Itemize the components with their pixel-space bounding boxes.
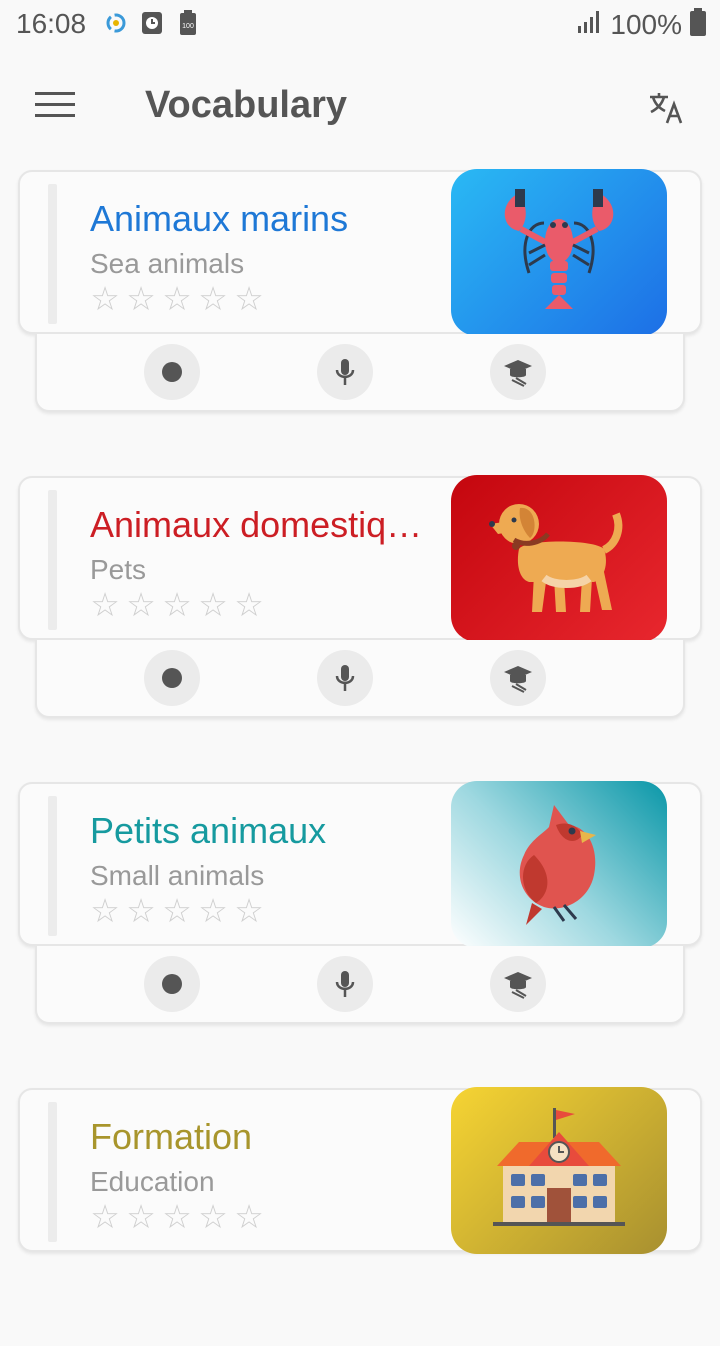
star-icon: ☆ [162,1198,192,1235]
record-icon[interactable] [144,956,200,1012]
microphone-icon[interactable] [317,956,373,1012]
star-icon: ☆ [234,892,264,929]
card-accent-bar [48,796,57,936]
sync-icon [104,10,128,36]
card-action-bar [35,334,685,412]
card-accent-bar [48,1102,57,1242]
star-icon: ☆ [90,586,120,623]
vocab-card-small-animals[interactable]: Petits animaux Small animals ☆ ☆ ☆ ☆ ☆ [0,734,720,1040]
status-bar: 16:08 100 100% [0,0,720,50]
star-icon: ☆ [198,586,228,623]
card-accent-bar [48,184,57,324]
card-title: Petits animaux [90,810,327,851]
record-icon[interactable] [144,650,200,706]
battery-saver-icon: 100 [176,10,200,36]
vocab-card-pets[interactable]: Animaux domestiques Pets ☆ ☆ ☆ ☆ ☆ [0,428,720,734]
star-rating: ☆ ☆ ☆ ☆ ☆ [90,588,264,622]
status-notification-icons: 100 [104,10,200,36]
star-icon: ☆ [234,1198,264,1235]
star-icon: ☆ [198,1198,228,1235]
star-icon: ☆ [126,892,156,929]
star-icon: ☆ [90,892,120,929]
star-icon: ☆ [198,280,228,317]
star-icon: ☆ [126,586,156,623]
card-accent-bar [48,490,57,630]
star-rating: ☆ ☆ ☆ ☆ ☆ [90,894,264,928]
graduation-cap-icon[interactable] [490,956,546,1012]
star-rating: ☆ ☆ ☆ ☆ ☆ [90,282,264,316]
svg-text:100: 100 [182,23,194,30]
clock-icon [140,10,164,36]
card-subtitle: Sea animals [90,248,245,279]
star-icon: ☆ [162,586,192,623]
battery-percent: 100% [610,8,682,40]
star-icon: ☆ [234,586,264,623]
star-icon: ☆ [90,1198,120,1235]
record-icon[interactable] [144,344,200,400]
card-subtitle: Small animals [90,860,265,891]
vocab-card-education[interactable]: Formation Education ☆ ☆ ☆ ☆ ☆ [0,1040,720,1346]
card-action-bar [35,640,685,718]
star-icon: ☆ [90,280,120,317]
bird-icon[interactable] [451,781,667,948]
signal-icon [576,10,602,39]
card-subtitle: Education [90,1166,215,1197]
microphone-icon[interactable] [317,650,373,706]
status-time: 16:08 [16,8,87,39]
card-action-bar [35,946,685,1024]
star-rating: ☆ ☆ ☆ ☆ ☆ [90,1200,264,1234]
star-icon: ☆ [162,280,192,317]
star-icon: ☆ [198,892,228,929]
graduation-cap-icon[interactable] [490,650,546,706]
card-title: Formation [90,1116,253,1157]
star-icon: ☆ [126,1198,156,1235]
star-icon: ☆ [162,892,192,929]
school-icon[interactable] [451,1087,667,1254]
dog-icon[interactable] [451,475,667,642]
battery-icon [690,8,706,41]
card-title: Animaux domestiques [90,504,440,545]
card-title: Animaux marins [90,198,349,239]
page-title: Vocabulary [145,84,348,126]
star-icon: ☆ [126,280,156,317]
microphone-icon[interactable] [317,344,373,400]
graduation-cap-icon[interactable] [490,344,546,400]
star-icon: ☆ [234,280,264,317]
card-subtitle: Pets [90,554,147,585]
vocab-card-sea-animals[interactable]: Animaux marins Sea animals ☆ ☆ ☆ ☆ ☆ [0,122,720,428]
lobster-icon[interactable] [451,169,667,336]
status-system-icons: 100% [576,8,706,41]
